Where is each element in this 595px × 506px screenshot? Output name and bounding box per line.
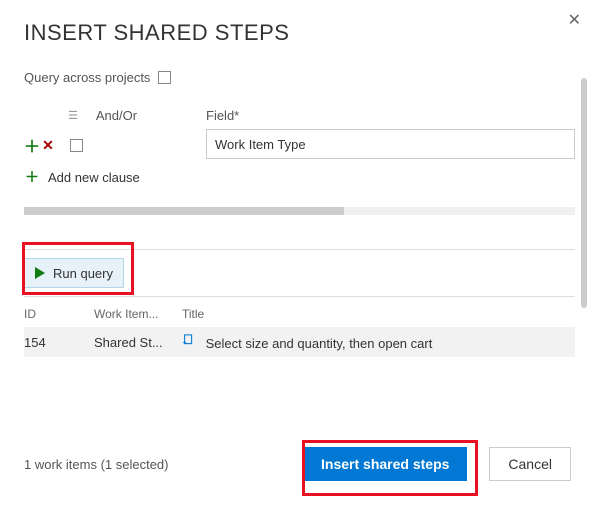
cell-wit: Shared St... bbox=[94, 335, 182, 350]
grid-header: ID Work Item... Title bbox=[24, 297, 575, 327]
field-header-row: Field* bbox=[206, 101, 575, 129]
play-icon bbox=[35, 267, 45, 279]
run-query-label: Run query bbox=[53, 266, 113, 281]
dialog-title: INSERT SHARED STEPS bbox=[24, 20, 571, 46]
andor-header: And/Or bbox=[96, 108, 137, 123]
dialog: ✕ INSERT SHARED STEPS Query across proje… bbox=[0, 0, 595, 506]
filter-row: ＋ ✕ bbox=[24, 129, 184, 161]
cell-title-text: Select size and quantity, then open cart bbox=[206, 336, 433, 351]
filter-left: ☰ And/Or ＋ ✕ ＋ Add new clause bbox=[24, 101, 184, 187]
table-row[interactable]: 154 Shared St... Select size and quantit… bbox=[24, 327, 575, 357]
footer-status: 1 work items (1 selected) bbox=[24, 457, 303, 472]
remove-icon[interactable]: ✕ bbox=[40, 137, 56, 154]
cell-id: 154 bbox=[24, 335, 94, 350]
add-icon[interactable]: ＋ bbox=[24, 133, 40, 157]
add-new-clause[interactable]: ＋ Add new clause bbox=[24, 167, 184, 187]
query-across-projects-label: Query across projects bbox=[24, 70, 150, 85]
col-header-id[interactable]: ID bbox=[24, 307, 94, 321]
col-header-title[interactable]: Title bbox=[182, 307, 575, 321]
field-input[interactable] bbox=[206, 129, 575, 159]
query-across-projects-checkbox[interactable] bbox=[158, 71, 171, 84]
cancel-button[interactable]: Cancel bbox=[489, 447, 571, 481]
cell-title: Select size and quantity, then open cart bbox=[182, 334, 575, 351]
query-across-projects-row: Query across projects bbox=[24, 70, 575, 85]
main-content: Query across projects ☰ And/Or ＋ ✕ ＋ Add… bbox=[24, 70, 575, 428]
andor-checkbox[interactable] bbox=[70, 139, 83, 152]
horizontal-scrollbar[interactable] bbox=[24, 207, 575, 215]
add-clause-label: Add new clause bbox=[48, 170, 140, 185]
field-column: Field* bbox=[206, 101, 575, 159]
filter-area: ☰ And/Or ＋ ✕ ＋ Add new clause Field* bbox=[24, 101, 575, 187]
dialog-footer: 1 work items (1 selected) Insert shared … bbox=[24, 440, 571, 488]
plus-icon: ＋ bbox=[24, 167, 40, 187]
list-icon: ☰ bbox=[68, 109, 78, 122]
scrollbar-thumb[interactable] bbox=[24, 207, 344, 215]
insert-shared-steps-button[interactable]: Insert shared steps bbox=[303, 447, 467, 481]
run-query-button[interactable]: Run query bbox=[24, 258, 124, 288]
field-header: Field* bbox=[206, 108, 239, 123]
shared-steps-icon bbox=[182, 334, 196, 348]
col-header-workitem[interactable]: Work Item... bbox=[94, 307, 182, 321]
vertical-scrollbar[interactable] bbox=[581, 78, 587, 308]
run-query-section: Run query bbox=[24, 249, 575, 297]
filter-header-left: ☰ And/Or bbox=[24, 101, 184, 129]
close-icon[interactable]: ✕ bbox=[568, 10, 581, 30]
